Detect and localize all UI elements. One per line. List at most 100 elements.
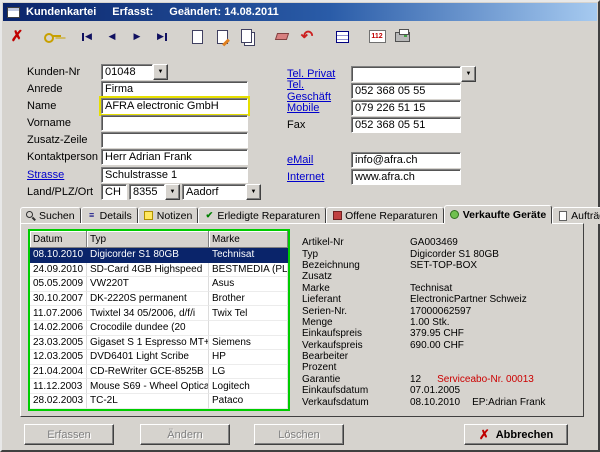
tel-geschaeft-field[interactable]: 052 368 05 55 bbox=[351, 83, 461, 99]
table-row[interactable]: 24.09.2010SD-Card 4GB HighspeedBESTMEDIA… bbox=[30, 263, 288, 278]
strasse-field[interactable]: Schulstrasse 1 bbox=[101, 167, 248, 183]
previous-record-icon: ◀ bbox=[109, 32, 116, 41]
plz-dropdown[interactable]: ▼ bbox=[165, 184, 180, 200]
email-label[interactable]: eMail bbox=[287, 154, 351, 166]
anrede-field[interactable]: Firma bbox=[101, 81, 248, 97]
print-button[interactable] bbox=[390, 25, 414, 49]
edit-record-button[interactable] bbox=[210, 25, 234, 49]
clear-button[interactable] bbox=[270, 25, 294, 49]
edit-document-icon bbox=[217, 30, 228, 44]
tab-offene-reparaturen[interactable]: Offene Reparaturen bbox=[326, 207, 444, 224]
tab-notizen[interactable]: Notizen bbox=[138, 207, 199, 224]
ep-seller-note: EP:Adrian Frank bbox=[472, 397, 545, 408]
last-record-button[interactable]: ▶ bbox=[150, 25, 174, 49]
fax-label: Fax bbox=[287, 119, 351, 131]
tab-verkaufte-geraete[interactable]: Verkaufte Geräte bbox=[444, 205, 552, 224]
new-record-button[interactable] bbox=[185, 25, 209, 49]
table-row[interactable]: 30.10.2007DK-2220S permanentBrother bbox=[30, 292, 288, 307]
dial-112-button[interactable]: 112 bbox=[365, 25, 389, 49]
table-row[interactable]: 23.03.2005Gigaset S 1 Espresso MT+LSieme… bbox=[30, 336, 288, 351]
orders-icon bbox=[558, 211, 568, 221]
tel-privat-field[interactable] bbox=[351, 66, 461, 82]
detail-value: 1.00 Stk. bbox=[410, 317, 449, 328]
table-row[interactable]: 21.04.2004CD-ReWriter GCE-8525BLG bbox=[30, 365, 288, 380]
sold-devices-icon bbox=[450, 210, 460, 220]
land-plz-ort-row: Land/PLZ/Ort CH 8355 ▼ Aadorf ▼ bbox=[27, 184, 261, 200]
previous-record-button[interactable]: ◀ bbox=[100, 25, 124, 49]
col-marke-header[interactable]: Marke bbox=[209, 231, 288, 248]
form-view-button[interactable] bbox=[330, 25, 354, 49]
detail-row: Artikel-NrGA003469 bbox=[302, 237, 577, 248]
detail-row: Prozent bbox=[302, 362, 577, 373]
copy-document-icon bbox=[241, 29, 252, 43]
detail-value: 12 bbox=[410, 374, 421, 385]
kontakt-field[interactable]: Herr Adrian Frank bbox=[101, 149, 248, 165]
next-record-button[interactable]: ▶ bbox=[125, 25, 149, 49]
table-row[interactable]: 11.07.2006Twixtel 34 05/2006, d/f/iTwix … bbox=[30, 306, 288, 321]
land-field[interactable]: CH bbox=[101, 184, 127, 200]
delete-record-button[interactable]: ✗ bbox=[5, 25, 29, 49]
zusatz-field[interactable] bbox=[101, 132, 248, 148]
aendern-button[interactable]: Ändern bbox=[140, 424, 230, 445]
sales-table[interactable]: Datum Typ Marke 08.10.2010Digicorder S1 … bbox=[28, 229, 290, 411]
detail-value: 17000062597 bbox=[410, 306, 471, 317]
detail-value: GA003469 bbox=[410, 237, 458, 248]
fax-field[interactable]: 052 368 05 51 bbox=[351, 117, 461, 133]
tab-erledigte-reparaturen[interactable]: ✔Erledigte Reparaturen bbox=[198, 207, 326, 224]
detail-row: BezeichnungSET-TOP-BOX bbox=[302, 260, 577, 271]
key-button[interactable] bbox=[40, 25, 64, 49]
table-row[interactable]: 12.03.2005DVD6401 Light ScribeHP bbox=[30, 350, 288, 365]
kundennr-field[interactable]: 01048 bbox=[101, 64, 153, 80]
undo-button[interactable]: ↶ bbox=[295, 25, 319, 49]
search-icon bbox=[26, 211, 36, 221]
mobile-label[interactable]: Mobile bbox=[287, 102, 351, 114]
internet-label[interactable]: Internet bbox=[287, 171, 351, 183]
tab-details[interactable]: ≡Details bbox=[81, 207, 138, 224]
printer-icon bbox=[395, 32, 410, 42]
strasse-row: Strasse Schulstrasse 1 bbox=[27, 167, 248, 183]
toolbar-separator bbox=[260, 25, 269, 49]
kundennr-row: Kunden-Nr 01048 ▼ bbox=[27, 64, 168, 80]
sales-table-header: Datum Typ Marke bbox=[30, 231, 288, 248]
table-row[interactable]: 28.02.2003TC-2LPataco bbox=[30, 394, 288, 409]
erfasst-label: Erfasst: bbox=[112, 6, 153, 18]
new-document-icon bbox=[192, 30, 203, 44]
vorname-field[interactable] bbox=[101, 115, 248, 131]
tab-suchen[interactable]: Suchen bbox=[20, 207, 81, 224]
detail-row-verkaufsdatum: Verkaufsdatum08.10.2010EP:Adrian Frank bbox=[302, 396, 577, 407]
table-row[interactable]: 08.10.2010Digicorder S1 80GBTechnisat bbox=[30, 248, 288, 263]
first-record-button[interactable]: ◀ bbox=[75, 25, 99, 49]
detail-value: ElectronicPartner Schweiz bbox=[410, 294, 527, 305]
table-row[interactable]: 11.12.2003Mouse S69 - Wheel OpticalLogit… bbox=[30, 379, 288, 394]
copy-record-button[interactable] bbox=[235, 25, 259, 49]
col-datum-header[interactable]: Datum bbox=[30, 231, 87, 248]
strasse-label[interactable]: Strasse bbox=[27, 169, 101, 181]
col-typ-header[interactable]: Typ bbox=[87, 231, 209, 248]
loeschen-button[interactable]: Löschen bbox=[254, 424, 344, 445]
name-field[interactable]: AFRA electronic GmbH bbox=[101, 98, 248, 114]
table-row[interactable]: 14.02.2006Crocodile dundee (20 bbox=[30, 321, 288, 336]
detail-row: Serien-Nr.17000062597 bbox=[302, 305, 577, 316]
internet-field[interactable]: www.afra.ch bbox=[351, 169, 461, 185]
tel-privat-dropdown[interactable]: ▼ bbox=[461, 66, 476, 82]
abbrechen-button[interactable]: ✗Abbrechen bbox=[464, 424, 568, 445]
plz-field[interactable]: 8355 bbox=[129, 184, 165, 200]
serviceabo-note: Serviceabo-Nr. 00013 bbox=[437, 374, 534, 385]
mobile-field[interactable]: 079 226 51 15 bbox=[351, 100, 461, 116]
ort-dropdown[interactable]: ▼ bbox=[246, 184, 261, 200]
vorname-row: Vorname bbox=[27, 115, 248, 131]
kundennr-dropdown[interactable]: ▼ bbox=[153, 64, 168, 80]
email-field[interactable]: info@afra.ch bbox=[351, 152, 461, 168]
toolbar: ✗ ◀ ◀ ▶ ▶ ↶ 112 bbox=[5, 23, 414, 50]
titlebar[interactable]: Kundenkartei Erfasst: Geändert: 14.08.20… bbox=[3, 3, 597, 21]
toolbar-separator bbox=[30, 25, 39, 49]
detail-value: SET-TOP-BOX bbox=[410, 260, 477, 271]
next-record-icon: ▶ bbox=[134, 32, 141, 41]
undo-icon: ↶ bbox=[301, 29, 314, 44]
detail-value: 08.10.2010 bbox=[410, 397, 460, 408]
erfassen-button[interactable]: Erfassen bbox=[24, 424, 114, 445]
table-row[interactable]: 05.05.2009VW220TAsus bbox=[30, 277, 288, 292]
tab-auftraege-zeigen[interactable]: Aufträge zeigen bbox=[552, 207, 600, 224]
ort-field[interactable]: Aadorf bbox=[182, 184, 246, 200]
form-grid-icon bbox=[336, 31, 349, 43]
